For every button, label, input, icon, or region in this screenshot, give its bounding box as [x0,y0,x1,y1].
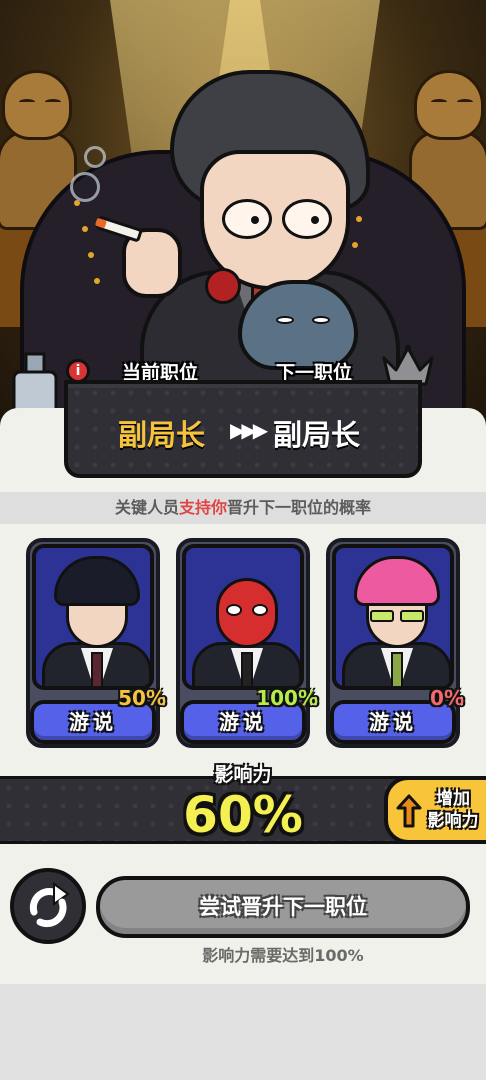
probability-caption: 关键人员支持你晋升下一职位的概率 [0,492,486,524]
add-influence-label-1: 增加 [436,789,470,809]
try-promotion-button[interactable]: 尝试晋升下一职位 [96,876,470,938]
support-percent: 100% [256,686,318,710]
arrow-up-icon [396,794,422,828]
promotion-requirement: 影响力需要达到100% [202,946,364,965]
arrow-icon: ▶▶▶ [230,418,268,442]
position-card: 副局长 ▶▶▶ 副局长 [64,380,422,478]
rose-icon [205,268,241,304]
refresh-button[interactable] [10,868,86,944]
support-highlight: 支持你 [178,498,227,517]
add-influence-label-2: 影响力 [427,811,479,831]
person-portrait [332,544,454,690]
next-position: 副局长 [273,418,361,452]
person-portrait [32,544,154,690]
person-card-3: 游说 0% [326,538,464,748]
support-percent: 50% [118,686,166,710]
support-percent: 0% [430,686,464,710]
refresh-icon [29,882,70,928]
gray-cat [238,280,358,370]
person-card-1: 游说 50% [26,538,166,748]
current-position: 副局长 [118,418,206,452]
add-influence-button[interactable]: 增加 影响力 [384,776,486,844]
person-card-2: 游说 100% [176,538,318,748]
person-portrait [182,544,304,690]
